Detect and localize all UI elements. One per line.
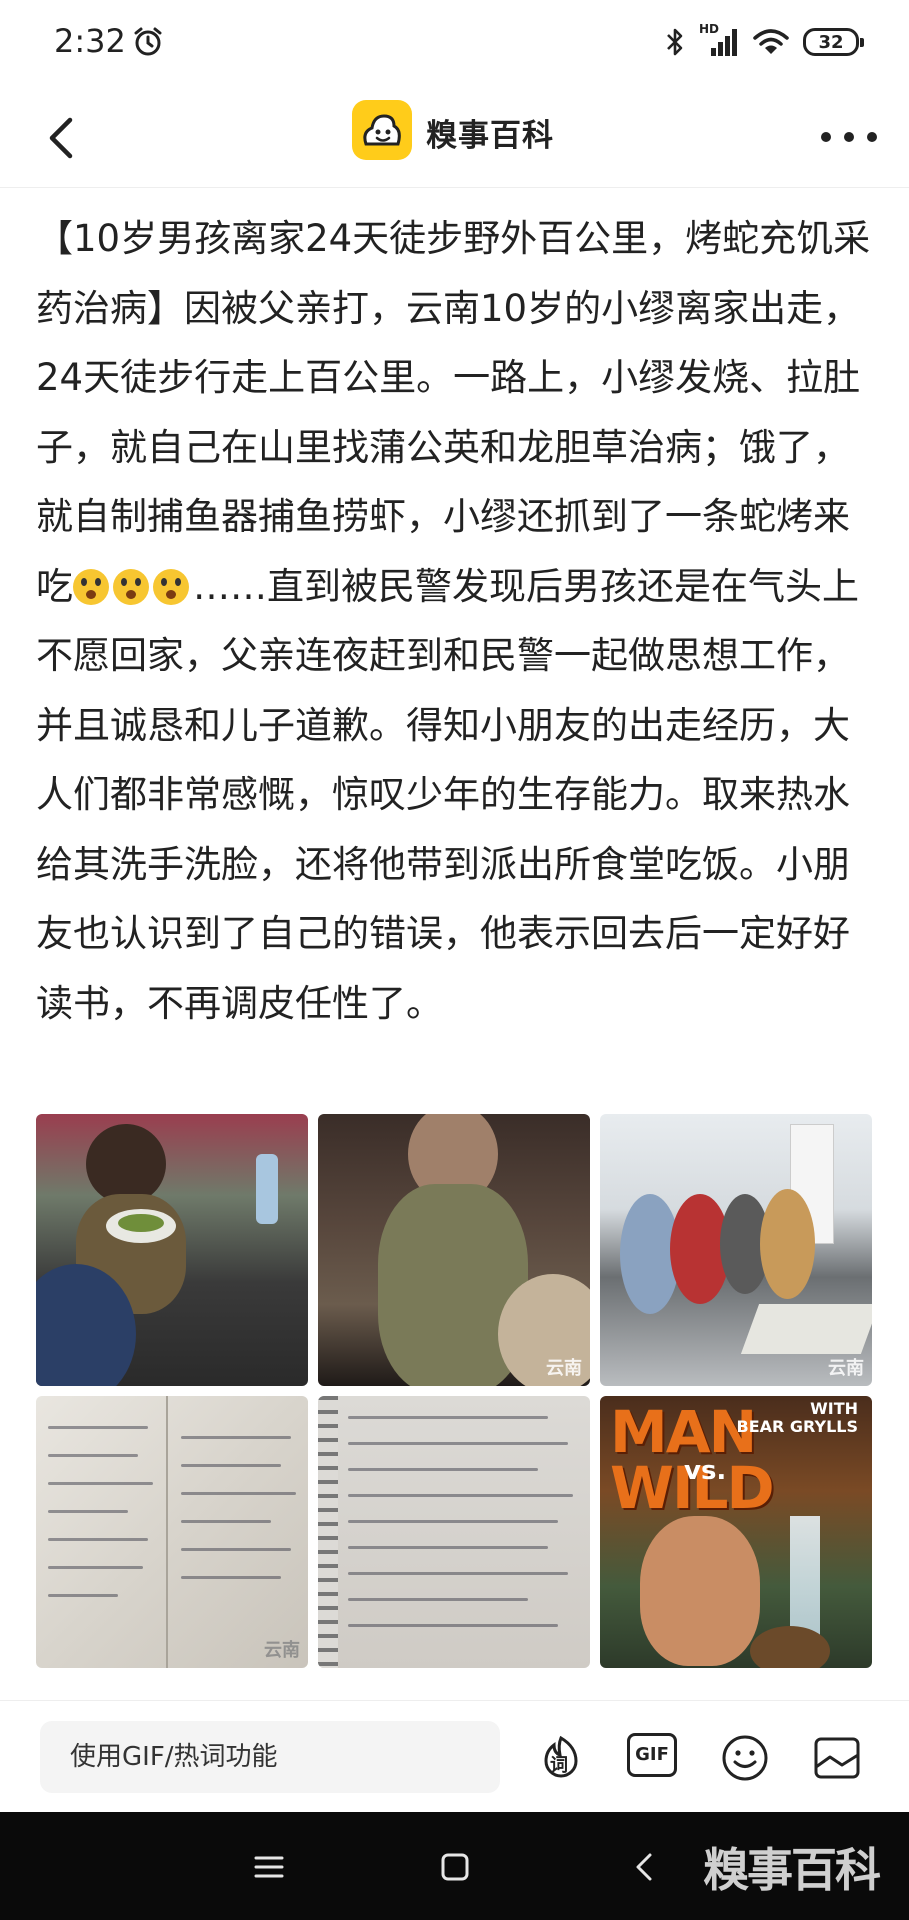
post-body-text: 【10岁男孩离家24天徒步野外百公里，烤蛇充饥采药治病】因被父亲打，云南10岁的… bbox=[36, 204, 878, 1038]
app-title: 糗事百科 bbox=[426, 118, 554, 154]
bluetooth-icon bbox=[667, 28, 683, 56]
comment-composer: 使用GIF/热词功能 词 GIF bbox=[0, 1700, 909, 1812]
status-icons: HD 32 bbox=[665, 22, 864, 60]
menu-icon[interactable] bbox=[244, 1842, 294, 1892]
post-image-grid: 云南 云南 云南 MAN WILD vs. WITH BEAR GRYLLS bbox=[36, 1114, 872, 1668]
post-image-diary-1[interactable]: 云南 bbox=[36, 1396, 308, 1668]
comment-input[interactable]: 使用GIF/热词功能 bbox=[40, 1721, 500, 1793]
shocked-emoji-icon bbox=[73, 568, 109, 605]
wifi-icon bbox=[753, 29, 789, 54]
post-image-man-vs-wild[interactable]: MAN WILD vs. WITH BEAR GRYLLS bbox=[600, 1396, 872, 1668]
more-options-icon[interactable] bbox=[821, 112, 877, 162]
hot-word-icon[interactable]: 词 bbox=[536, 1733, 586, 1783]
post-image-boy-sweater[interactable]: 云南 bbox=[318, 1114, 590, 1386]
back-icon[interactable] bbox=[620, 1842, 670, 1892]
home-icon[interactable] bbox=[430, 1842, 480, 1892]
post-image-boy-eating[interactable] bbox=[36, 1114, 308, 1386]
battery-icon: 32 bbox=[803, 28, 864, 56]
image-watermark: 云南 bbox=[546, 1358, 582, 1379]
signal-icon: HD bbox=[699, 22, 739, 58]
post-image-diary-2[interactable] bbox=[318, 1396, 590, 1668]
man-vs-wild-host: WITH BEAR GRYLLS bbox=[736, 1399, 858, 1436]
status-bar: 2:32 HD 32 bbox=[0, 0, 909, 88]
system-nav-bar: 糗事百科 bbox=[0, 1812, 909, 1920]
shocked-emoji-icon bbox=[153, 568, 189, 605]
qiushibaike-watermark: 糗事百科 bbox=[703, 1843, 881, 1897]
status-time: 2:32 bbox=[54, 22, 126, 60]
host-portrait bbox=[640, 1516, 760, 1666]
emoji-picker-icon[interactable] bbox=[720, 1733, 770, 1783]
post-image-police-station[interactable]: 云南 bbox=[600, 1114, 872, 1386]
post-text-part-1: 【10岁男孩离家24天徒步野外百公里，烤蛇充饥采药治病】因被父亲打，云南10岁的… bbox=[36, 217, 871, 608]
post-text-part-2: ……直到被民警发现后男孩还是在气头上不愿回家，父亲连夜赶到和民警一起做思想工作，… bbox=[36, 564, 859, 1025]
shocked-emoji-icon bbox=[113, 568, 149, 605]
image-watermark: 云南 bbox=[828, 1358, 864, 1379]
image-picker-icon[interactable] bbox=[812, 1733, 862, 1783]
alarm-icon bbox=[134, 27, 162, 56]
back-arrow-icon[interactable] bbox=[40, 112, 84, 164]
top-nav-bar: 糗事百科 bbox=[0, 88, 909, 188]
gif-icon[interactable]: GIF bbox=[627, 1733, 677, 1783]
app-logo-icon bbox=[352, 100, 412, 160]
image-watermark: 云南 bbox=[264, 1640, 300, 1661]
